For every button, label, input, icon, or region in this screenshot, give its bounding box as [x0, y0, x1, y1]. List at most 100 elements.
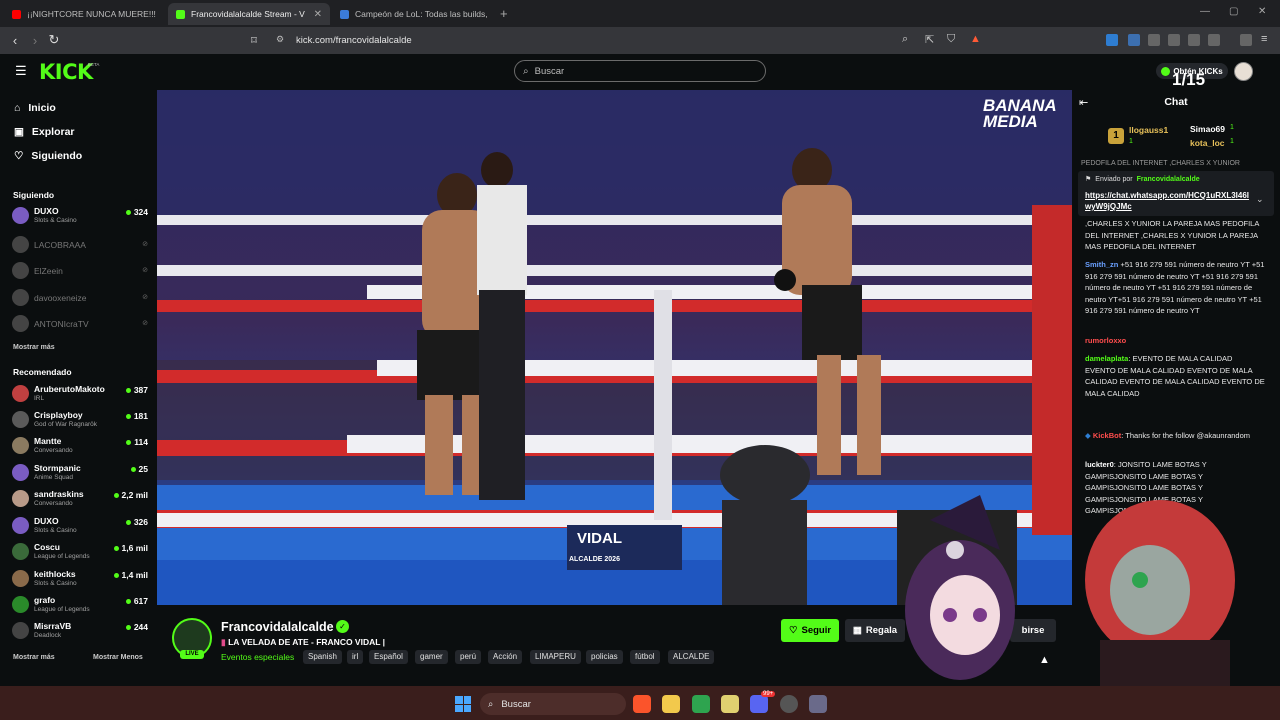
stream-tag[interactable]: perú: [455, 650, 482, 664]
leader-name[interactable]: kota_loc: [1190, 138, 1225, 148]
kick-logo[interactable]: KICK: [39, 60, 93, 84]
sidebar-toggle-icon[interactable]: [1208, 34, 1220, 46]
media-controls-icon[interactable]: [1240, 34, 1252, 46]
sidebar-channel[interactable]: DUXO Slots & Casino 326: [12, 515, 148, 541]
follow-button[interactable]: ♡ Seguir: [781, 619, 839, 642]
pinned-link[interactable]: https://chat.whatsapp.com/HCQ1uRXL3I46Iw…: [1085, 190, 1250, 212]
close-window-icon[interactable]: ✕: [1258, 6, 1266, 17]
sidebar-channel[interactable]: Crisplayboy God of War Ragnarök 181: [12, 409, 148, 435]
steam-icon[interactable]: [780, 695, 798, 713]
leader-name[interactable]: Simao69: [1190, 124, 1225, 134]
extension-icon[interactable]: [1148, 34, 1160, 46]
brave-shield-icon[interactable]: ⛉: [947, 33, 955, 46]
settings-gear-icon[interactable]: [809, 695, 827, 713]
show-less-recommended[interactable]: Mostrar Menos: [93, 654, 143, 661]
sidebar-channel[interactable]: ANTONIcraTV ⊘: [12, 313, 148, 339]
sidebar-channel[interactable]: ElZeein ⊘: [12, 260, 148, 286]
sidebar-channel[interactable]: AruberutoMakoto IRL 387: [12, 383, 148, 409]
sidebar-channel[interactable]: davooxeneize ⊘: [12, 287, 148, 313]
following-section-title: Siguiendo: [13, 190, 55, 200]
sidebar-channel[interactable]: MisrraVB Deadlock 244: [12, 620, 148, 646]
live-dot-icon: [125, 413, 131, 419]
forward-icon[interactable]: ›: [27, 32, 43, 48]
sidebar-channel[interactable]: grafo League of Legends 617: [12, 594, 148, 620]
viewer-count: 617: [125, 596, 148, 606]
sidebar-channel[interactable]: DUXO Slots & Casino 324: [12, 205, 148, 231]
zoom-icon[interactable]: ⌕: [902, 33, 908, 46]
reload-icon[interactable]: ↻: [46, 32, 62, 48]
brave-browser-icon[interactable]: [633, 695, 651, 713]
banner-name: VIDAL: [577, 530, 622, 547]
offline-icon: ⊘: [142, 294, 148, 301]
taskbar-search[interactable]: ⌕ Buscar: [480, 693, 626, 715]
app-icon[interactable]: [692, 695, 710, 713]
viewer-count: 1,6 mil: [113, 543, 148, 553]
extension-icon[interactable]: [1128, 34, 1140, 46]
sidebar-channel[interactable]: LACOBRAAA ⊘: [12, 234, 148, 260]
lol-site-icon: [340, 9, 349, 19]
discord-icon[interactable]: [750, 695, 768, 713]
hamburger-menu-icon[interactable]: ☰: [15, 63, 27, 79]
chat-username[interactable]: damelaplata: [1085, 354, 1128, 363]
file-explorer-icon[interactable]: [662, 695, 680, 713]
channel-name: MisrraVB: [34, 621, 72, 631]
viewer-count-value: 114: [134, 437, 148, 447]
share-icon[interactable]: ⇱: [925, 33, 934, 46]
chat-username[interactable]: KickBot: [1093, 431, 1121, 440]
maximize-icon[interactable]: ▢: [1229, 6, 1238, 17]
stream-tag[interactable]: gamer: [415, 650, 448, 664]
extensions-puzzle-icon[interactable]: [1188, 34, 1200, 46]
app-icon[interactable]: [721, 695, 739, 713]
stream-tag[interactable]: ALCALDE: [668, 650, 715, 664]
sidebar-channel[interactable]: keithlocks Slots & Casino 1,4 mil: [12, 568, 148, 594]
windows-start-icon[interactable]: [455, 696, 471, 712]
browser-tab[interactable]: Campeón de LoL: Todas las builds, tie: [332, 3, 488, 25]
stream-tag[interactable]: Acción: [488, 650, 523, 664]
bookmark-icon[interactable]: ⌑: [246, 32, 262, 48]
kicks-coin-icon: [1161, 66, 1171, 76]
stream-tag[interactable]: fútbol: [630, 650, 660, 664]
chat-message: ,CHARLES X YUNIOR LA PAREJA MAS PEDOFILA…: [1085, 218, 1265, 253]
nav-following[interactable]: ♡ Siguiendo: [14, 147, 82, 165]
nav-explore[interactable]: ▣ Explorar: [14, 123, 75, 141]
viewer-count: 114: [126, 437, 148, 447]
new-tab-icon[interactable]: +: [500, 6, 508, 21]
compass-icon: ▣: [14, 126, 24, 138]
stream-tag[interactable]: LIMAPERU: [530, 650, 581, 664]
nav-home[interactable]: ⌂ Inicio: [14, 99, 56, 117]
show-more-recommended[interactable]: Mostrar más: [13, 654, 55, 661]
viewer-count: 324: [125, 207, 148, 217]
browser-menu-icon[interactable]: ≡: [1261, 33, 1267, 45]
stream-tag[interactable]: Español: [369, 650, 408, 664]
chevron-down-icon[interactable]: ⌄: [1256, 194, 1264, 205]
sidebar-channel[interactable]: Stormpanic Anime Squad 25: [12, 462, 148, 488]
gift-icon: ▦: [852, 625, 862, 636]
sidebar-channel[interactable]: Mantte Conversando 114: [12, 435, 148, 461]
streamer-name[interactable]: Francovidalalcalde: [221, 620, 334, 634]
show-more-following[interactable]: Mostrar más: [13, 344, 55, 351]
extension-icon[interactable]: [1106, 34, 1118, 46]
channel-category: Slots & Casino: [34, 217, 77, 224]
sidebar-channel[interactable]: Coscu League of Legends 1,6 mil: [12, 541, 148, 567]
chat-username[interactable]: Smith_zn: [1085, 260, 1118, 269]
leader-name[interactable]: llogauss1: [1129, 125, 1168, 135]
minimize-icon[interactable]: —: [1200, 6, 1210, 17]
stream-tag[interactable]: irl: [347, 650, 364, 664]
chat-username[interactable]: luckter0: [1085, 460, 1114, 469]
stream-tag[interactable]: policias: [586, 650, 623, 664]
extension-icon[interactable]: [1168, 34, 1180, 46]
chat-username[interactable]: rumorloxxo: [1085, 336, 1126, 345]
close-tab-icon[interactable]: ✕: [314, 9, 322, 20]
site-info-icon[interactable]: ⚙: [276, 34, 284, 45]
url-field[interactable]: ⚙ kick.com/francovidalalcalde: [268, 31, 988, 50]
browser-tab[interactable]: ¡¡NIGHTCORE NUNCA MUERE!!!: [4, 3, 166, 25]
back-icon[interactable]: ‹: [7, 32, 23, 48]
search-input[interactable]: ⌕ Buscar: [514, 60, 766, 82]
browser-tab-active[interactable]: Francovidalalcalde Stream - V ✕: [168, 3, 330, 25]
vtuber-overlay-image: [905, 495, 1235, 686]
sidebar-channel[interactable]: sandraskins Conversando 2,2 mil: [12, 488, 148, 514]
stream-category[interactable]: Eventos especiales: [221, 652, 294, 662]
stream-tag[interactable]: Spanish: [303, 650, 342, 664]
user-avatar[interactable]: [1234, 62, 1253, 81]
brave-rewards-icon[interactable]: ▲: [970, 33, 981, 45]
